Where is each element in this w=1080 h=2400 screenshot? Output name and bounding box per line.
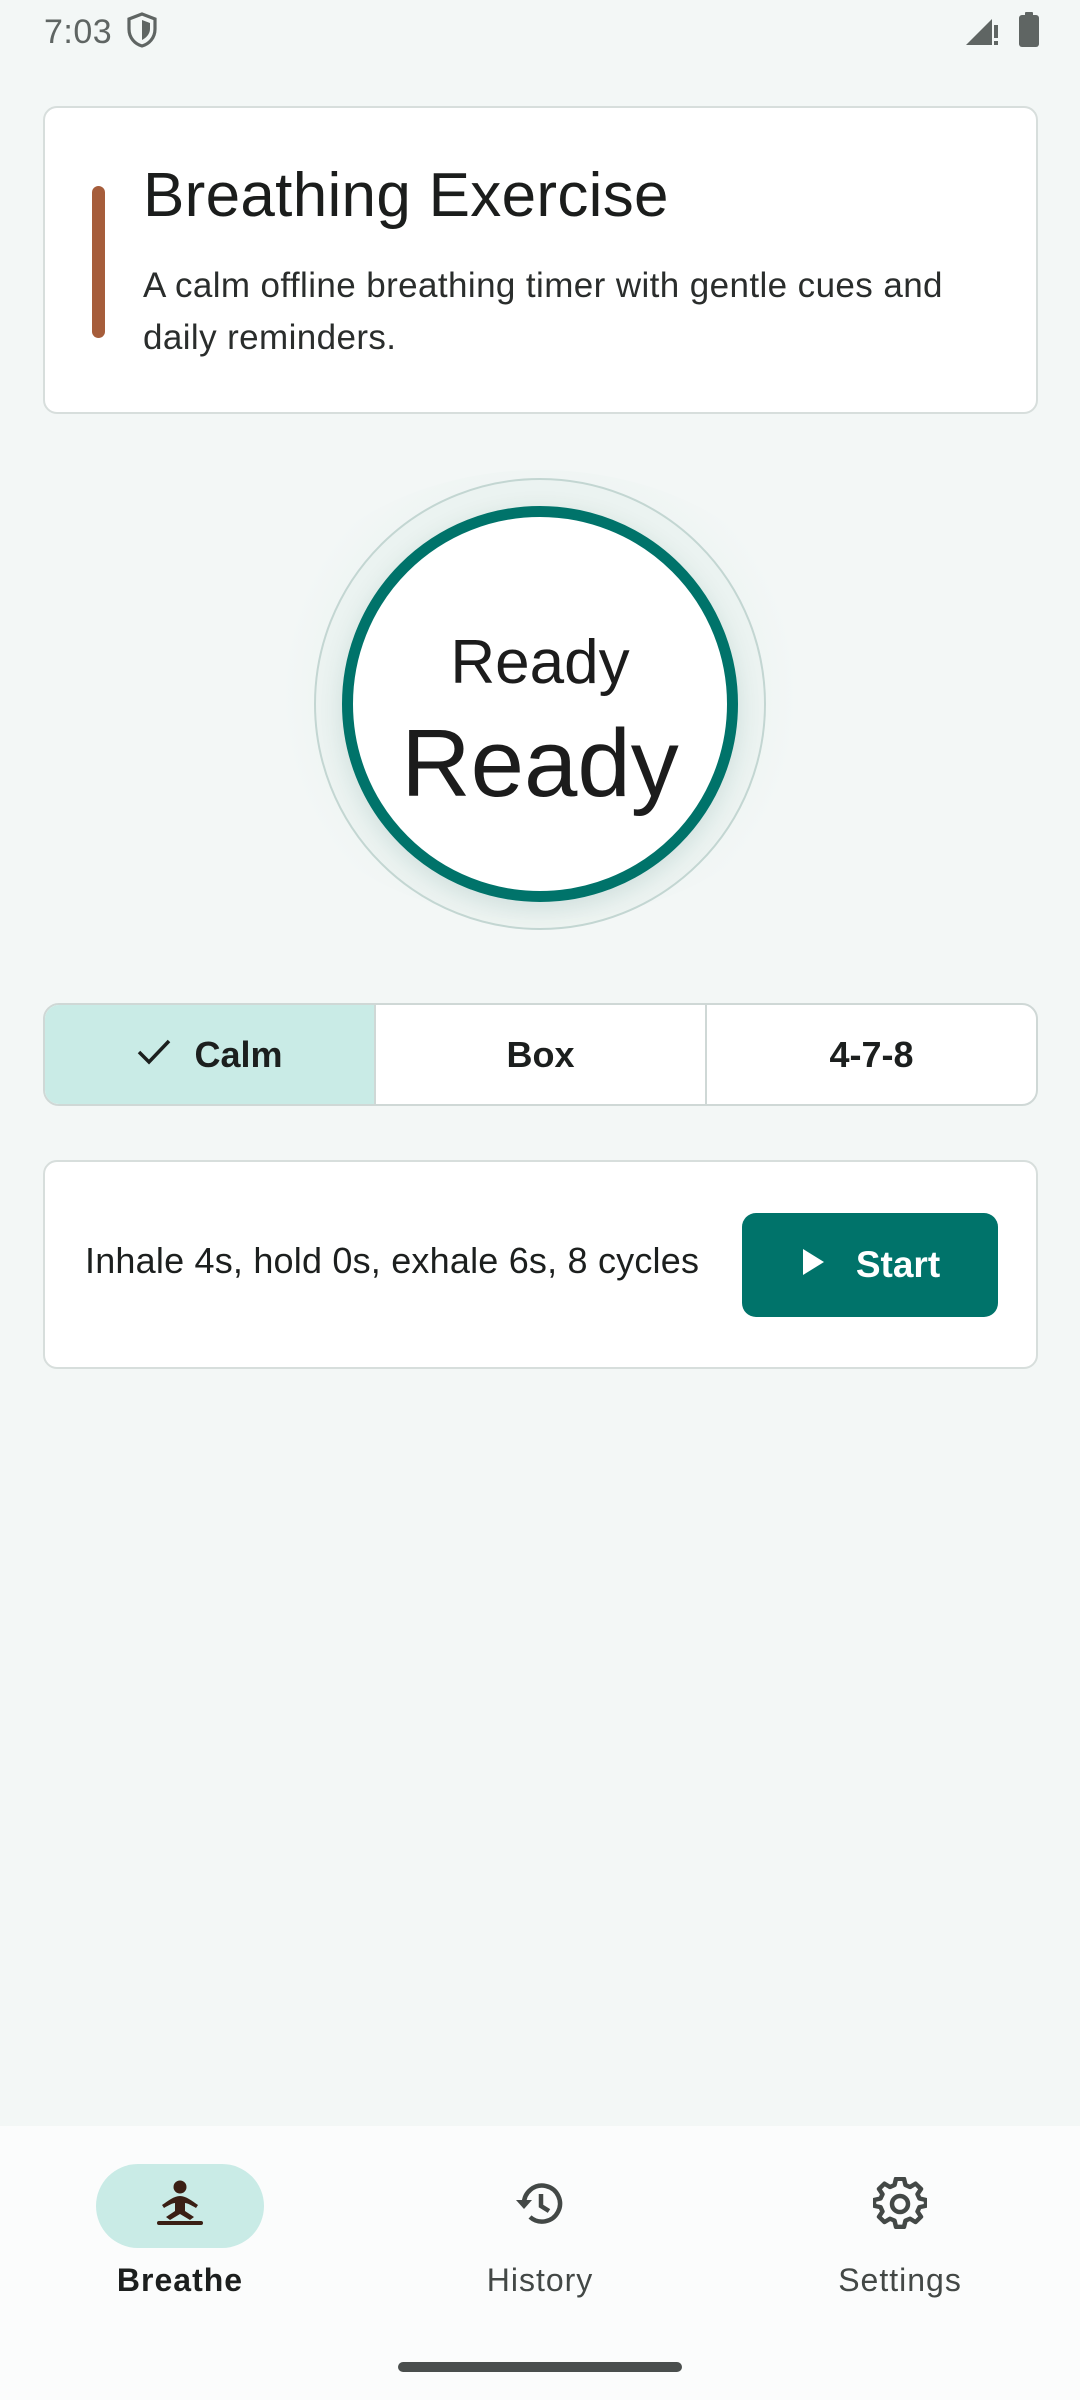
meditation-icon xyxy=(154,2179,206,2234)
nav-label-settings: Settings xyxy=(838,2262,962,2298)
nav-item-settings[interactable]: Settings xyxy=(720,2126,1080,2400)
pattern-option-label: 4-7-8 xyxy=(829,1033,914,1075)
pattern-description: Inhale 4s, hold 0s, exhale 6s, 8 cycles xyxy=(85,1240,700,1281)
battery-icon xyxy=(1018,11,1040,53)
status-left: 7:03 xyxy=(44,11,158,53)
pattern-option-label: Calm xyxy=(194,1033,283,1075)
status-time: 7:03 xyxy=(44,12,113,51)
nav-pill xyxy=(96,2164,264,2248)
pattern-option-box[interactable]: Box xyxy=(376,1005,707,1104)
phase-count: Ready xyxy=(401,710,679,817)
session-card: Inhale 4s, hold 0s, exhale 6s, 8 cycles … xyxy=(43,1160,1038,1369)
pattern-option-label: Box xyxy=(506,1033,575,1075)
breathing-visual: Ready Ready xyxy=(0,450,1080,960)
accent-bar xyxy=(92,186,105,338)
nav-item-history[interactable]: History xyxy=(360,2126,720,2400)
breath-circle: Ready Ready xyxy=(342,506,738,902)
status-right xyxy=(964,11,1040,53)
home-indicator[interactable] xyxy=(398,2362,682,2372)
pattern-option-478[interactable]: 4-7-8 xyxy=(707,1005,1036,1104)
shield-icon xyxy=(126,11,158,53)
nav-item-breathe[interactable]: Breathe xyxy=(0,2126,360,2400)
start-label: Start xyxy=(855,1244,941,1285)
history-icon xyxy=(512,2178,568,2235)
start-button[interactable]: Start xyxy=(742,1213,998,1317)
app-subtitle: A calm offline breathing timer with gent… xyxy=(143,266,943,357)
nav-label-breathe: Breathe xyxy=(116,2262,244,2298)
bottom-navigation: Breathe History Settings xyxy=(0,2126,1080,2400)
phase-label: Ready xyxy=(450,628,630,697)
signal-icon xyxy=(964,13,1000,52)
play-icon xyxy=(800,1244,826,1286)
header-card: Breathing Exercise A calm offline breath… xyxy=(43,106,1038,414)
app-title: Breathing Exercise xyxy=(143,161,669,230)
status-bar: 7:03 xyxy=(0,0,1080,64)
gear-icon xyxy=(871,2176,929,2236)
check-icon xyxy=(136,1034,172,1076)
nav-pill xyxy=(816,2164,984,2248)
pattern-option-calm[interactable]: Calm xyxy=(45,1005,376,1104)
nav-pill xyxy=(456,2164,624,2248)
pattern-selector: Calm Box 4-7-8 xyxy=(43,1003,1038,1106)
nav-label-history: History xyxy=(486,2262,594,2298)
app-screen: 7:03 Breathing Exercise A calm offline b… xyxy=(0,0,1080,2400)
